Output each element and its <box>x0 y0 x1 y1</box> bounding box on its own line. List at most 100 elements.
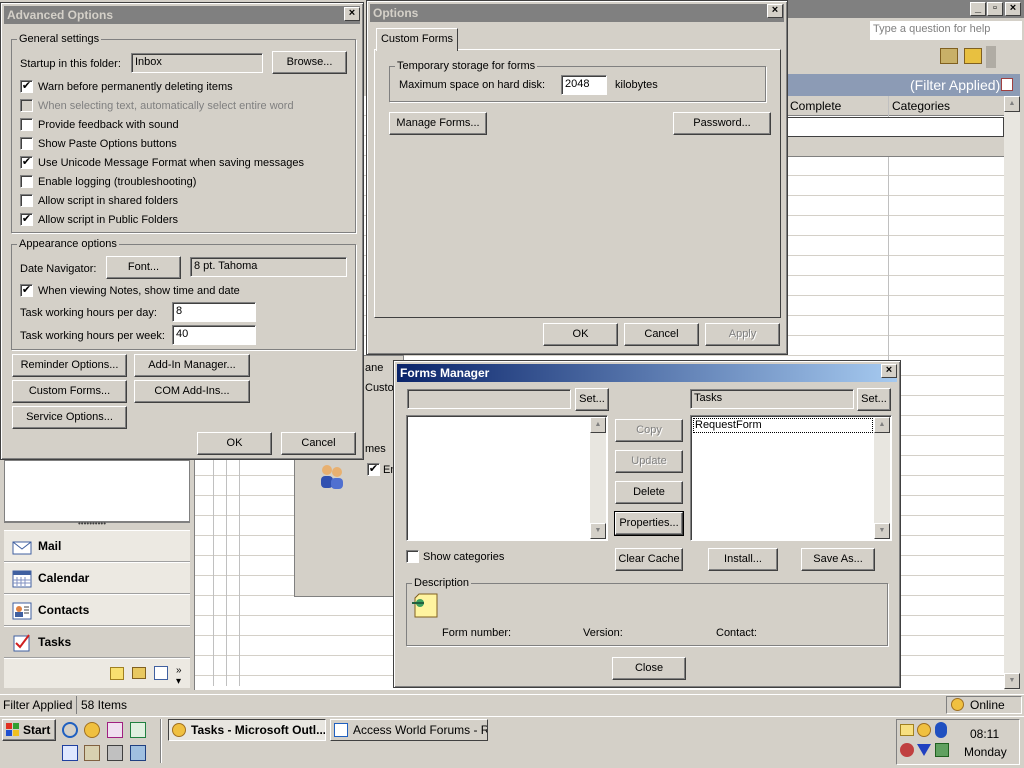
col-categories-header[interactable]: Categories <box>892 99 950 113</box>
help-search-input[interactable]: Type a question for help <box>870 21 1022 40</box>
scroll-down-arrow[interactable]: ▼ <box>1004 673 1020 689</box>
advanced-option-label: Provide feedback with sound <box>38 119 179 131</box>
clear-cache-button[interactable]: Clear Cache <box>615 548 683 571</box>
window-close-button[interactable]: × <box>1005 2 1021 16</box>
desktop-quicklaunch-icon[interactable] <box>130 745 146 761</box>
startup-folder-label: Startup in this folder: <box>20 58 121 70</box>
hours-week-label: Task working hours per week: <box>20 330 165 342</box>
minimize-button[interactable]: _ <box>970 2 986 16</box>
advanced-option-checkbox[interactable] <box>20 137 33 150</box>
delete-button[interactable]: Delete <box>615 481 683 504</box>
hours-week-input[interactable]: 40 <box>172 325 256 345</box>
reminder-options-button[interactable]: Reminder Options... <box>12 354 127 377</box>
envelope-tray-icon[interactable] <box>900 724 914 736</box>
update-button[interactable]: Update <box>615 450 683 473</box>
sync-tray-icon[interactable] <box>935 743 949 757</box>
custom-forms-button[interactable]: Custom Forms... <box>12 380 127 403</box>
forms-close-x-button[interactable]: × <box>881 364 897 378</box>
notes-icon[interactable] <box>110 667 124 680</box>
folder-list-icon[interactable] <box>132 667 146 679</box>
save-as-button[interactable]: Save As... <box>801 548 875 571</box>
password-button[interactable]: Password... <box>673 112 771 135</box>
table-row[interactable] <box>786 137 1004 157</box>
properties-button[interactable]: Properties... <box>614 511 684 536</box>
maximize-button[interactable]: ▫ <box>987 2 1003 16</box>
task-access-forums[interactable]: Access World Forums - R... <box>330 719 488 741</box>
advanced-ok-button[interactable]: OK <box>197 432 272 455</box>
com-addins-button[interactable]: COM Add-Ins... <box>134 380 250 403</box>
copy-button[interactable]: Copy <box>615 419 683 442</box>
clock-tray-icon[interactable] <box>917 723 931 737</box>
toolbar-folder2-icon[interactable] <box>964 48 982 64</box>
right-set-button[interactable]: Set... <box>857 388 891 411</box>
options-apply-button[interactable]: Apply <box>705 323 780 346</box>
addin-manager-button[interactable]: Add-In Manager... <box>134 354 250 377</box>
browse-button[interactable]: Browse... <box>272 51 347 74</box>
table-row[interactable] <box>786 117 1004 137</box>
service-options-button[interactable]: Service Options... <box>12 406 127 429</box>
nav-calendar[interactable]: Calendar <box>4 562 190 594</box>
scroll-down-arrow[interactable]: ▼ <box>874 523 890 539</box>
table-scrollbar[interactable] <box>1004 96 1020 690</box>
left-forms-list[interactable]: ▲ ▼ <box>406 415 608 541</box>
scroll-down-arrow[interactable]: ▼ <box>590 523 606 539</box>
show-categories-checkbox[interactable] <box>406 550 419 563</box>
nav-contacts[interactable]: Contacts <box>4 594 190 626</box>
options-close-button[interactable]: × <box>767 4 783 18</box>
advanced-option-label: Warn before permanently deleting items <box>38 81 233 93</box>
nav-mail[interactable]: Mail <box>4 530 190 562</box>
list-item[interactable]: RequestForm <box>693 418 873 433</box>
partial-checkbox[interactable]: ✔ <box>367 463 380 476</box>
calendar-icon <box>12 569 32 588</box>
install-button[interactable]: Install... <box>708 548 778 571</box>
excel-quicklaunch-icon[interactable] <box>130 722 146 738</box>
nav-tasks-label: Tasks <box>38 635 72 649</box>
options-title: Options <box>370 4 784 22</box>
notes-time-checkbox[interactable]: ✔ <box>20 284 33 297</box>
options-ok-button[interactable]: OK <box>543 323 618 346</box>
advanced-option-checkbox[interactable] <box>20 194 33 207</box>
tools-quicklaunch-icon[interactable] <box>84 745 100 761</box>
manage-forms-button[interactable]: Manage Forms... <box>389 112 487 135</box>
bluetooth-tray-icon[interactable] <box>935 722 947 738</box>
scroll-up-arrow[interactable]: ▲ <box>590 417 606 433</box>
right-list-scrollbar[interactable]: ▲ ▼ <box>874 417 890 539</box>
left-set-button[interactable]: Set... <box>575 388 609 411</box>
col-complete-header[interactable]: Complete <box>790 99 841 113</box>
nav-tasks[interactable]: Tasks <box>4 626 190 658</box>
clock-time[interactable]: 08:11 <box>970 727 999 741</box>
vpn-tray-icon[interactable] <box>917 743 931 757</box>
advanced-option-checkbox[interactable]: ✔ <box>20 156 33 169</box>
ie-quicklaunch-icon[interactable] <box>62 722 78 738</box>
font-button[interactable]: Font... <box>106 256 181 279</box>
left-list-scrollbar[interactable]: ▲ ▼ <box>590 417 606 539</box>
hours-day-input[interactable]: 8 <box>172 302 256 322</box>
advanced-option-checkbox[interactable] <box>20 175 33 188</box>
start-button[interactable]: Start <box>2 719 56 741</box>
advanced-option-checkbox[interactable] <box>20 118 33 131</box>
configure-buttons-icon[interactable]: » ▾ <box>176 665 182 687</box>
right-forms-list[interactable]: RequestForm ▲ ▼ <box>690 415 892 541</box>
advanced-option-checkbox[interactable]: ✔ <box>20 213 33 226</box>
scroll-up-arrow[interactable]: ▲ <box>1004 96 1020 112</box>
device-quicklaunch-icon[interactable] <box>107 745 123 761</box>
network-tray-icon[interactable] <box>900 743 914 757</box>
outlook-quicklaunch-icon[interactable] <box>84 722 100 738</box>
max-space-input[interactable]: 2048 <box>561 75 607 95</box>
task-outlook[interactable]: Tasks - Microsoft Outl... <box>168 719 326 741</box>
toolbar-overflow-icon[interactable] <box>986 46 996 68</box>
nav-contacts-label: Contacts <box>38 603 90 617</box>
app-quicklaunch-icon[interactable] <box>107 722 123 738</box>
shortcuts-icon[interactable] <box>154 666 168 680</box>
tab-custom-forms[interactable]: Custom Forms <box>376 28 458 51</box>
advanced-option-checkbox[interactable] <box>20 99 33 112</box>
toolbar-folder-icon[interactable] <box>940 48 958 64</box>
scroll-up-arrow[interactable]: ▲ <box>874 417 890 433</box>
form-pushpin-icon <box>411 592 441 619</box>
advanced-option-checkbox[interactable]: ✔ <box>20 80 33 93</box>
forms-close-button[interactable]: Close <box>612 657 686 680</box>
options-cancel-button[interactable]: Cancel <box>624 323 699 346</box>
advanced-close-button[interactable]: × <box>344 7 360 21</box>
word-quicklaunch-icon[interactable] <box>62 745 78 761</box>
advanced-cancel-button[interactable]: Cancel <box>281 432 356 455</box>
